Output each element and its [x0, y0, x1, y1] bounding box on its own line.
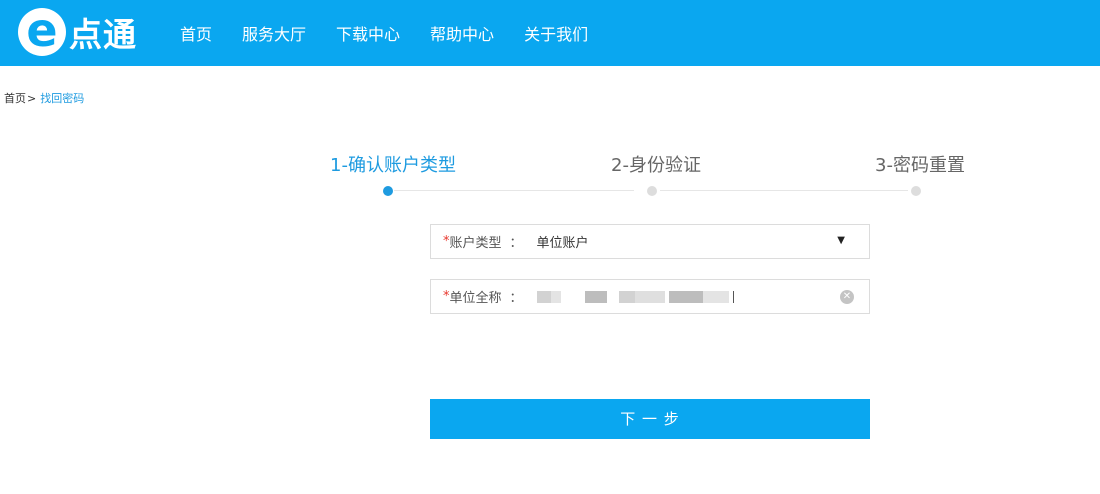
- nav-service-hall[interactable]: 服务大厅: [242, 21, 306, 45]
- logo-text: 点通: [69, 15, 137, 54]
- account-type-label: 账户类型: [449, 236, 502, 251]
- account-type-colon: ：: [509, 236, 523, 251]
- redaction-block: [550, 290, 561, 303]
- chevron-down-icon: ▼: [837, 235, 845, 246]
- redaction-block: [618, 290, 635, 303]
- step-3-label: 3-密码重置: [875, 155, 965, 176]
- text-cursor: [732, 290, 734, 303]
- nav-about-us[interactable]: 关于我们: [524, 21, 588, 45]
- logo-e-mark: e: [18, 7, 66, 56]
- breadcrumb: 首页 > 找回密码: [4, 90, 84, 106]
- org-name-colon: ：: [509, 291, 523, 306]
- nav-home[interactable]: 首页: [180, 21, 212, 45]
- org-name-input-redacted[interactable]: [536, 289, 737, 305]
- main-nav: 首页 服务大厅 下载中心 帮助中心 关于我们: [165, 0, 603, 66]
- org-name-field[interactable]: * 单位全称 ： ✕: [430, 279, 870, 314]
- top-header: e 点通 首页 服务大厅 下载中心 帮助中心 关于我们: [0, 0, 1100, 66]
- step-2-label: 2-身份验证: [611, 155, 701, 176]
- nav-download-center[interactable]: 下载中心: [336, 21, 400, 45]
- clear-icon[interactable]: ✕: [840, 290, 854, 304]
- redaction-block: [668, 290, 703, 303]
- logo[interactable]: e 点通: [18, 7, 137, 56]
- account-type-value: 单位账户: [536, 236, 589, 251]
- next-step-button[interactable]: 下 一 步: [430, 399, 870, 439]
- redaction-block: [634, 290, 665, 303]
- redaction-block: [536, 290, 551, 303]
- breadcrumb-separator: >: [27, 91, 37, 105]
- step-3-dot: [911, 186, 921, 196]
- step-track-2: [660, 190, 908, 191]
- step-track-1: [394, 190, 634, 191]
- step-2-dot: [647, 186, 657, 196]
- redaction-block: [584, 290, 607, 303]
- redaction-block: [702, 290, 729, 303]
- nav-help-center[interactable]: 帮助中心: [430, 21, 494, 45]
- step-1-label: 1-确认账户类型: [330, 155, 456, 176]
- step-1-dot: [383, 186, 393, 196]
- breadcrumb-home[interactable]: 首页: [4, 90, 26, 106]
- account-type-select[interactable]: * 账户类型 ： 单位账户 ▼: [430, 224, 870, 259]
- breadcrumb-current[interactable]: 找回密码: [40, 90, 84, 106]
- org-name-label: 单位全称: [449, 291, 502, 306]
